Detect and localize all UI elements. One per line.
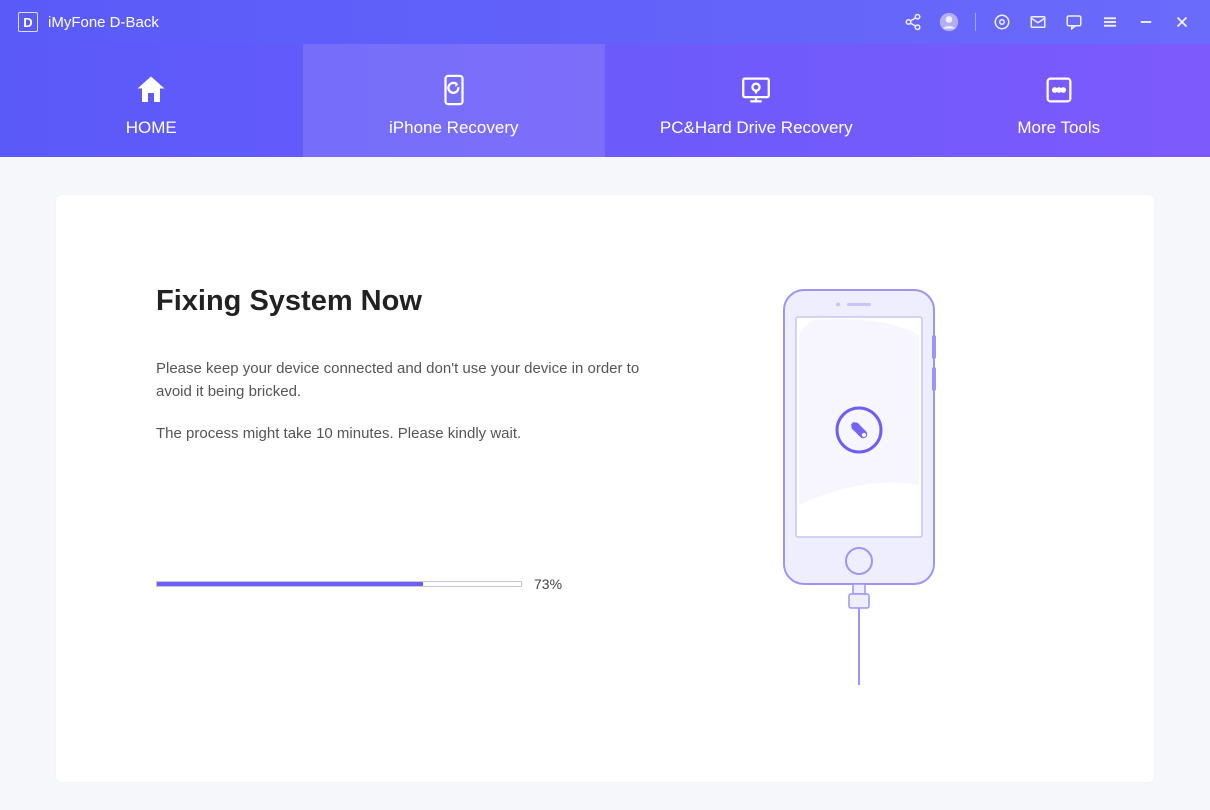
titlebar: D iMyFone D-Back	[0, 0, 1210, 44]
content-area: Fixing System Now Please keep your devic…	[0, 157, 1210, 810]
tab-iphone-recovery[interactable]: iPhone Recovery	[303, 44, 606, 157]
monitor-icon	[738, 72, 774, 108]
main-nav: HOME iPhone Recovery	[0, 44, 1210, 157]
mail-icon[interactable]	[1028, 12, 1048, 32]
left-column: Fixing System Now Please keep your devic…	[156, 285, 664, 722]
progress-wrap: 73%	[156, 576, 566, 592]
settings-icon[interactable]	[992, 12, 1012, 32]
phone-illustration	[764, 285, 964, 665]
tab-pc-recovery-label: PC&Hard Drive Recovery	[660, 118, 853, 138]
feedback-icon[interactable]	[1064, 12, 1084, 32]
menu-icon[interactable]	[1100, 12, 1120, 32]
progress-bar	[156, 581, 522, 587]
app-logo-letter: D	[23, 15, 32, 30]
minimize-icon[interactable]	[1136, 12, 1156, 32]
progress-fill	[157, 582, 423, 586]
home-icon	[133, 72, 169, 108]
page-heading: Fixing System Now	[156, 285, 664, 318]
app-logo: D	[18, 12, 38, 32]
more-icon	[1041, 72, 1077, 108]
main-card: Fixing System Now Please keep your devic…	[56, 195, 1154, 782]
close-icon[interactable]	[1172, 12, 1192, 32]
tab-more-tools[interactable]: More Tools	[908, 44, 1210, 157]
progress-percent-label: 73%	[534, 576, 566, 592]
instruction-text-2: The process might take 10 minutes. Pleas…	[156, 423, 664, 446]
tab-more-tools-label: More Tools	[1017, 118, 1100, 138]
tab-pc-recovery[interactable]: PC&Hard Drive Recovery	[605, 44, 908, 157]
refresh-icon	[436, 72, 472, 108]
tab-home-label: HOME	[126, 118, 177, 138]
titlebar-divider	[975, 13, 976, 31]
tab-iphone-recovery-label: iPhone Recovery	[389, 118, 518, 138]
tab-home[interactable]: HOME	[0, 44, 303, 157]
instruction-text-1: Please keep your device connected and do…	[156, 358, 664, 403]
share-icon[interactable]	[903, 12, 923, 32]
right-column	[664, 285, 1064, 722]
user-icon[interactable]	[939, 12, 959, 32]
titlebar-icons	[903, 12, 1192, 32]
app-title: iMyFone D-Back	[48, 14, 159, 31]
